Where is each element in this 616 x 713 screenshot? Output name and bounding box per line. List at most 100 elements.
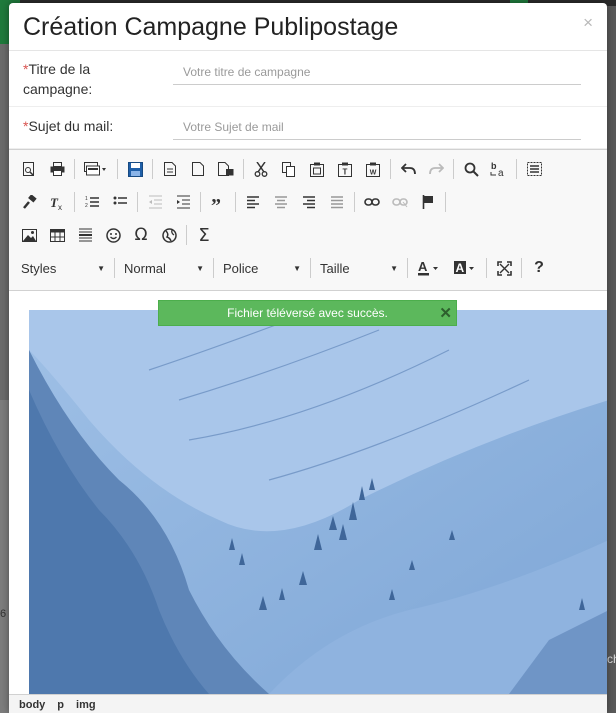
toolbar-separator [407, 258, 408, 278]
modal-title: Création Campagne Publipostage [23, 13, 399, 41]
chevron-down-icon: ▼ [97, 263, 105, 273]
format-dropdown[interactable]: Normal ▼ [118, 256, 210, 280]
indent-icon[interactable] [170, 190, 196, 214]
select-all-icon[interactable] [521, 157, 547, 181]
copy-format-icon[interactable] [16, 190, 42, 214]
mail-subject-label-text: Sujet du mail: [28, 118, 114, 134]
outdent-icon[interactable] [142, 190, 168, 214]
font-dropdown[interactable]: Police ▼ [217, 256, 307, 280]
special-char-icon[interactable]: Ω [128, 223, 154, 247]
svg-text:”: ” [211, 196, 221, 208]
svg-text:b: b [491, 161, 497, 171]
path-p[interactable]: p [57, 699, 64, 711]
copy-icon[interactable] [276, 157, 302, 181]
paste-word-icon[interactable]: W [360, 157, 386, 181]
iframe-globe-icon[interactable] [156, 223, 182, 247]
toolbar-separator [114, 258, 115, 278]
close-icon[interactable]: × [583, 13, 593, 33]
smiley-icon[interactable] [100, 223, 126, 247]
help-button[interactable]: ? [526, 256, 552, 280]
blank-page-icon[interactable] [185, 157, 211, 181]
size-dropdown[interactable]: Taille ▼ [314, 256, 404, 280]
mail-subject-input[interactable] [173, 114, 581, 140]
toolbar-separator [445, 192, 446, 212]
notification-text: Fichier téléversé avec succès. [227, 306, 388, 320]
svg-text:2: 2 [85, 203, 88, 209]
print-icon[interactable] [44, 157, 70, 181]
sigma-icon[interactable]: Σ [191, 223, 217, 247]
horizontal-rule-icon[interactable] [72, 223, 98, 247]
anchor-flag-icon[interactable] [415, 190, 441, 214]
svg-text:1: 1 [85, 196, 88, 202]
toolbar-separator [354, 192, 355, 212]
align-center-icon[interactable] [268, 190, 294, 214]
toolbar-row-2: Tx 12 ” [15, 187, 449, 217]
save-icon[interactable] [122, 157, 148, 181]
path-body[interactable]: body [19, 699, 45, 711]
align-left-icon[interactable] [240, 190, 266, 214]
cut-icon[interactable] [248, 157, 274, 181]
campaign-title-label-text: Titre de la campagne: [23, 61, 93, 97]
path-img[interactable]: img [76, 699, 96, 711]
toolbar-row-4: Styles ▼ Normal ▼ Police ▼ Taille ▼ A A ? [15, 253, 553, 283]
paste-text-icon[interactable]: T [332, 157, 358, 181]
toolbar-row-3: Ω Σ [15, 220, 218, 250]
font-dropdown-label: Police [223, 260, 259, 276]
toolbar-separator [152, 159, 153, 179]
unlink-icon[interactable] [387, 190, 413, 214]
svg-text:T: T [343, 167, 348, 176]
upload-success-notification: Fichier téléversé avec succès. ✕ [158, 300, 457, 326]
mail-subject-label: *Sujet du mail: [23, 116, 113, 136]
redo-icon[interactable] [423, 157, 449, 181]
svg-text:a: a [498, 168, 504, 177]
preview-icon[interactable] [16, 157, 42, 181]
bullet-list-icon[interactable] [107, 190, 133, 214]
undo-icon[interactable] [395, 157, 421, 181]
templates-icon[interactable] [79, 157, 113, 181]
table-icon[interactable] [44, 223, 70, 247]
mountain-snow-picture [29, 310, 607, 694]
paste-icon[interactable] [304, 157, 330, 181]
editor-content[interactable]: Fichier téléversé avec succès. ✕ [9, 291, 607, 694]
link-icon[interactable] [359, 190, 385, 214]
toolbar-separator [516, 159, 517, 179]
toolbar-row-1: T W ba [15, 154, 548, 184]
mail-subject-row: *Sujet du mail: [9, 107, 607, 149]
blockquote-icon[interactable]: ” [205, 190, 231, 214]
styles-dropdown[interactable]: Styles ▼ [15, 256, 111, 280]
image-icon[interactable] [16, 223, 42, 247]
text-color-icon[interactable]: A [412, 256, 446, 280]
backdrop-text-fragment-right: ch [607, 652, 616, 666]
svg-text:A: A [456, 261, 465, 275]
new-page-icon[interactable] [157, 157, 183, 181]
background-color-icon[interactable]: A [448, 256, 482, 280]
svg-text:x: x [58, 203, 62, 210]
toolbar-separator [213, 258, 214, 278]
styles-dropdown-label: Styles [21, 260, 57, 276]
inserted-mountain-image[interactable] [29, 310, 607, 694]
justify-icon[interactable] [324, 190, 350, 214]
svg-text:A: A [418, 260, 428, 274]
chevron-down-icon: ▼ [293, 263, 301, 273]
document-props-icon[interactable] [213, 157, 239, 181]
campaign-title-input[interactable] [173, 59, 581, 85]
find-icon[interactable] [458, 157, 484, 181]
remove-format-icon[interactable]: Tx [44, 190, 70, 214]
toolbar-separator [200, 192, 201, 212]
campaign-modal: Création Campagne Publipostage × *Titre … [9, 3, 607, 713]
chevron-down-icon: ▼ [196, 263, 204, 273]
toolbar-separator [521, 258, 522, 278]
backdrop-grey-panel [0, 400, 9, 713]
toolbar-separator [235, 192, 236, 212]
toolbar-separator [486, 258, 487, 278]
notification-close-icon[interactable]: ✕ [439, 304, 452, 322]
maximize-icon[interactable] [491, 256, 517, 280]
editor-toolbar: T W ba Tx 12 ” Ω Σ Styles ▼ Normal ▼ Pol… [9, 150, 607, 291]
toolbar-separator [390, 159, 391, 179]
numbered-list-icon[interactable]: 12 [79, 190, 105, 214]
format-dropdown-label: Normal [124, 260, 166, 276]
backdrop-text-fragment: 6 [0, 608, 7, 620]
toolbar-separator [137, 192, 138, 212]
align-right-icon[interactable] [296, 190, 322, 214]
replace-icon[interactable]: ba [486, 157, 512, 181]
